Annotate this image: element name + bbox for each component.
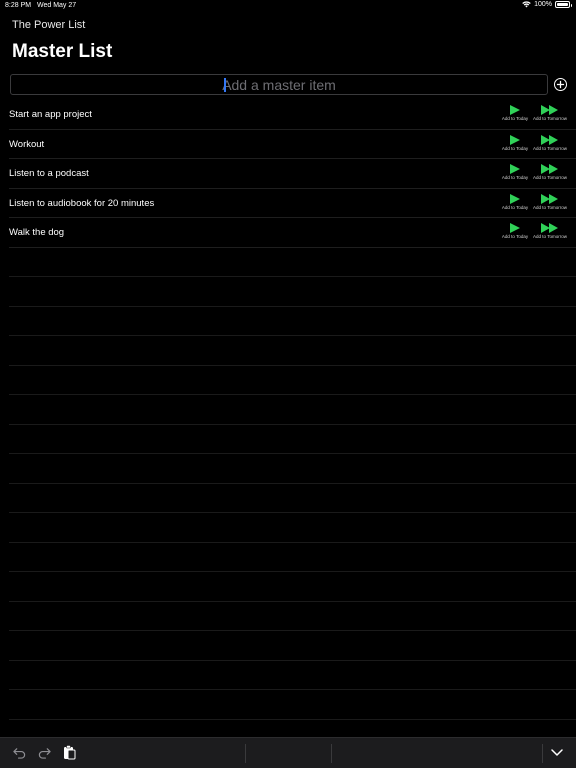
empty-row [9, 513, 576, 543]
page-title: Master List [12, 41, 113, 62]
add-to-today-label: Add to Today [501, 234, 529, 239]
add-to-today-button[interactable]: Add to Today [498, 134, 532, 157]
fast-forward-icon [541, 223, 558, 233]
fast-forward-icon [541, 193, 558, 204]
status-time: 8:28 PM [5, 2, 32, 9]
add-item-button[interactable] [554, 78, 567, 91]
empty-row [9, 572, 576, 602]
status-right: 100% [522, 1, 572, 8]
empty-row [9, 543, 576, 572]
empty-row [9, 277, 576, 307]
list-item: Start an app project Add to Today Add to… [9, 100, 576, 130]
add-to-tomorrow-button[interactable]: Add to Tomorrow [533, 164, 567, 186]
empty-row [9, 395, 576, 425]
add-to-tomorrow-button[interactable]: Add to Tomorrow [533, 105, 567, 127]
kb-divider [245, 744, 246, 763]
item-label: Workout [9, 138, 45, 150]
add-to-today-label: Add to Today [501, 116, 529, 121]
play-icon [510, 134, 520, 145]
add-to-tomorrow-label: Add to Tomorrow [533, 204, 567, 210]
wifi-icon [522, 1, 531, 8]
add-to-today-label: Add to Today [501, 175, 529, 180]
empty-row [9, 366, 576, 395]
master-list: Start an app project Add to Today Add to… [0, 100, 576, 749]
kb-divider [542, 744, 543, 763]
play-icon [510, 193, 520, 204]
kb-divider [331, 744, 332, 763]
list-item: Listen to a podcast Add to Today Add to … [9, 159, 576, 189]
status-bar: 8:28 PM Wed May 27 100% [0, 0, 576, 12]
list-item: Workout Add to Today Add to Tomorrow [9, 130, 576, 159]
empty-row [9, 690, 576, 720]
empty-row [9, 336, 576, 366]
add-to-tomorrow-label: Add to Tomorrow [533, 175, 567, 180]
add-master-item-input[interactable] [10, 74, 548, 95]
battery-icon [555, 1, 572, 8]
play-icon [510, 105, 520, 115]
keyboard-shortcut-bar [0, 737, 576, 768]
add-to-today-button[interactable]: Add to Today [498, 223, 532, 245]
add-to-tomorrow-button[interactable]: Add to Tomorrow [533, 193, 567, 216]
add-to-tomorrow-button[interactable]: Add to Tomorrow [533, 134, 567, 157]
item-label: Listen to a podcast [9, 168, 89, 179]
item-label: Listen to audiobook for 20 minutes [9, 197, 155, 209]
empty-row [9, 484, 576, 513]
paste-icon[interactable] [63, 745, 76, 760]
list-item: Walk the dog Add to Today Add to Tomorro… [9, 218, 576, 248]
item-label: Start an app project [9, 109, 92, 120]
list-item: Listen to audiobook for 20 minutes Add t… [9, 189, 576, 218]
text-caret [224, 78, 226, 92]
add-to-tomorrow-label: Add to Tomorrow [533, 145, 567, 151]
add-to-today-label: Add to Today [501, 145, 529, 151]
add-to-tomorrow-label: Add to Tomorrow [533, 234, 567, 239]
undo-icon[interactable] [13, 746, 26, 759]
empty-row [9, 454, 576, 484]
add-to-today-button[interactable]: Add to Today [498, 105, 532, 127]
redo-icon[interactable] [38, 746, 51, 759]
add-to-tomorrow-label: Add to Tomorrow [533, 116, 567, 121]
app-name: The Power List [12, 19, 86, 31]
add-to-tomorrow-button[interactable]: Add to Tomorrow [533, 223, 567, 245]
empty-row [9, 248, 576, 277]
status-date: Wed May 27 [37, 2, 77, 9]
empty-row [9, 307, 576, 336]
empty-row [9, 425, 576, 454]
fast-forward-icon [541, 164, 558, 174]
battery-percent: 100% [534, 1, 552, 8]
add-to-today-button[interactable]: Add to Today [498, 164, 532, 186]
fast-forward-icon [541, 105, 558, 115]
empty-row [9, 631, 576, 661]
dismiss-keyboard-icon[interactable] [551, 748, 563, 757]
empty-row [9, 661, 576, 690]
play-icon [510, 223, 520, 233]
empty-row [9, 602, 576, 631]
add-to-today-label: Add to Today [501, 204, 529, 210]
plus-icon [556, 80, 565, 89]
item-label: Walk the dog [9, 227, 65, 238]
add-to-today-button[interactable]: Add to Today [498, 193, 532, 216]
play-icon [510, 164, 520, 174]
fast-forward-icon [541, 134, 558, 145]
